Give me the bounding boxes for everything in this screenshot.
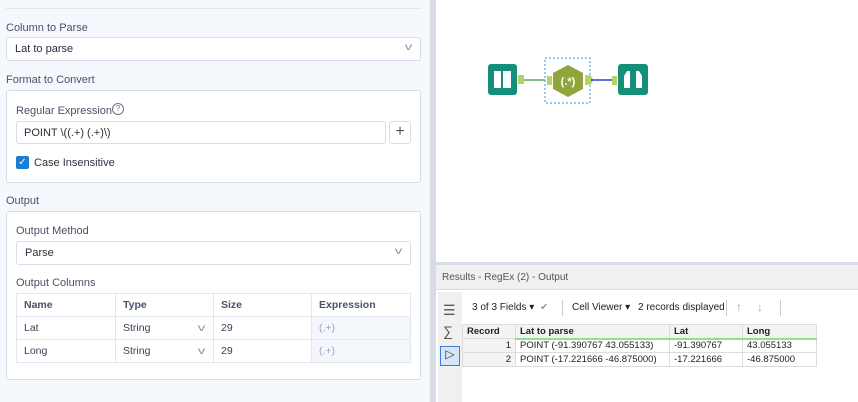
divider xyxy=(6,8,421,9)
arrow-up-icon[interactable]: ↑ xyxy=(736,300,742,314)
record-cell: 1 xyxy=(462,338,516,353)
column-to-parse-label: Column to Parse xyxy=(6,22,88,34)
fields-label: 3 of 3 Fields xyxy=(472,302,527,313)
input-anchor xyxy=(612,76,617,85)
col-header: Expression xyxy=(311,293,411,317)
regex-input[interactable]: POINT \((.+) (.+)\) xyxy=(16,121,386,144)
output-columns-table: Name Type Size Expression Lat String v 29 (.+) … xyxy=(16,293,411,363)
divider xyxy=(780,300,781,316)
cell[interactable]: -17.221666 xyxy=(669,352,743,367)
arrow-down-icon[interactable]: ↓ xyxy=(757,300,763,314)
cell[interactable]: POINT (-17.221666 -46.875000) xyxy=(515,352,670,367)
help-icon[interactable]: ? xyxy=(112,103,124,115)
cell[interactable]: 43.055133 xyxy=(742,338,817,353)
results-sidebar: ☰ ∑ ▷ xyxy=(438,292,462,402)
results-panel: Results - RegEx (2) - Output ☰ ∑ ▷ 3 of … xyxy=(436,262,858,402)
chevron-down-icon: v xyxy=(197,346,206,357)
fields-dropdown[interactable]: 3 of 3 Fields ▾ xyxy=(472,302,534,313)
divider xyxy=(726,300,727,316)
chevron-down-icon: v xyxy=(197,323,206,334)
col-header: Name xyxy=(16,293,116,317)
workflow-canvas[interactable]: (.*) xyxy=(436,0,858,262)
divider xyxy=(562,300,563,316)
sum-icon[interactable]: ∑ xyxy=(443,323,453,339)
data-view-icon[interactable]: ▷ xyxy=(440,346,460,366)
col-header: Size xyxy=(213,293,312,317)
type-value: String xyxy=(123,322,151,334)
col-header: Type xyxy=(115,293,214,317)
input-tool-icon[interactable] xyxy=(488,64,517,95)
results-title: Results - RegEx (2) - Output xyxy=(436,262,858,290)
results-table: Record Lat to parse Lat Long 1 POINT (-91.39… xyxy=(462,324,817,367)
case-insensitive-label: Case Insensitive xyxy=(34,157,115,169)
column-to-parse-select[interactable]: Lat to parse v xyxy=(6,37,421,61)
col-header[interactable]: Lat xyxy=(669,324,743,340)
output-method-label: Output Method xyxy=(16,225,89,237)
input-anchor xyxy=(547,76,552,85)
cell[interactable]: POINT (-91.390767 43.055133) xyxy=(515,338,670,353)
configuration-panel: Column to Parse Lat to parse v Format to … xyxy=(0,0,430,402)
type-select[interactable]: String v xyxy=(115,339,214,363)
format-to-convert-label: Format to Convert xyxy=(6,74,95,86)
type-value: String xyxy=(123,345,151,357)
table-row: Lat String v 29 (.+) xyxy=(16,316,411,340)
add-token-button[interactable]: + xyxy=(389,121,411,144)
output-columns-label: Output Columns xyxy=(16,277,96,289)
chevron-down-icon: v xyxy=(394,246,403,257)
apply-check-icon[interactable]: ✔ xyxy=(540,302,548,313)
record-cell: 2 xyxy=(462,352,516,367)
table-row: 2 POINT (-17.221666 -46.875000) -17.221666… xyxy=(462,352,817,367)
table-row: Long String v 29 (.+) xyxy=(16,339,411,363)
chevron-down-icon: v xyxy=(404,42,413,53)
viewer-label: Cell Viewer xyxy=(572,302,623,313)
selected-value: Parse xyxy=(25,247,54,259)
size-cell[interactable]: 29 xyxy=(213,316,312,340)
case-insensitive-checkbox[interactable]: ✓ xyxy=(16,156,29,169)
regex-label: Regular Expression xyxy=(16,105,112,117)
col-header[interactable]: Long xyxy=(742,324,817,340)
size-cell[interactable]: 29 xyxy=(213,339,312,363)
table-row: 1 POINT (-91.390767 43.055133) -91.390767 4… xyxy=(462,338,817,353)
workflow-diagram: (.*) xyxy=(488,57,648,104)
selected-value: Lat to parse xyxy=(15,43,74,55)
cell-viewer-dropdown[interactable]: Cell Viewer ▾ xyxy=(572,302,630,313)
expression-cell: (.+) xyxy=(311,316,411,340)
type-select[interactable]: String v xyxy=(115,316,214,340)
cell[interactable]: -91.390767 xyxy=(669,338,743,353)
output-label: Output xyxy=(6,195,40,207)
name-cell[interactable]: Lat xyxy=(16,316,116,340)
browse-tool-icon[interactable] xyxy=(618,64,648,95)
records-count: 2 records displayed xyxy=(638,302,725,313)
col-header[interactable]: Lat to parse xyxy=(515,324,670,340)
expression-cell: (.+) xyxy=(311,339,411,363)
output-anchor xyxy=(518,75,524,84)
svg-text:(.*): (.*) xyxy=(561,76,576,88)
regex-tool-icon[interactable]: (.*) xyxy=(553,65,583,97)
cell[interactable]: -46.875000 xyxy=(742,352,817,367)
output-method-select[interactable]: Parse v xyxy=(16,241,411,265)
col-header[interactable]: Record xyxy=(462,324,516,339)
fields-view-icon[interactable]: ☰ xyxy=(443,302,456,319)
name-cell[interactable]: Long xyxy=(16,339,116,363)
